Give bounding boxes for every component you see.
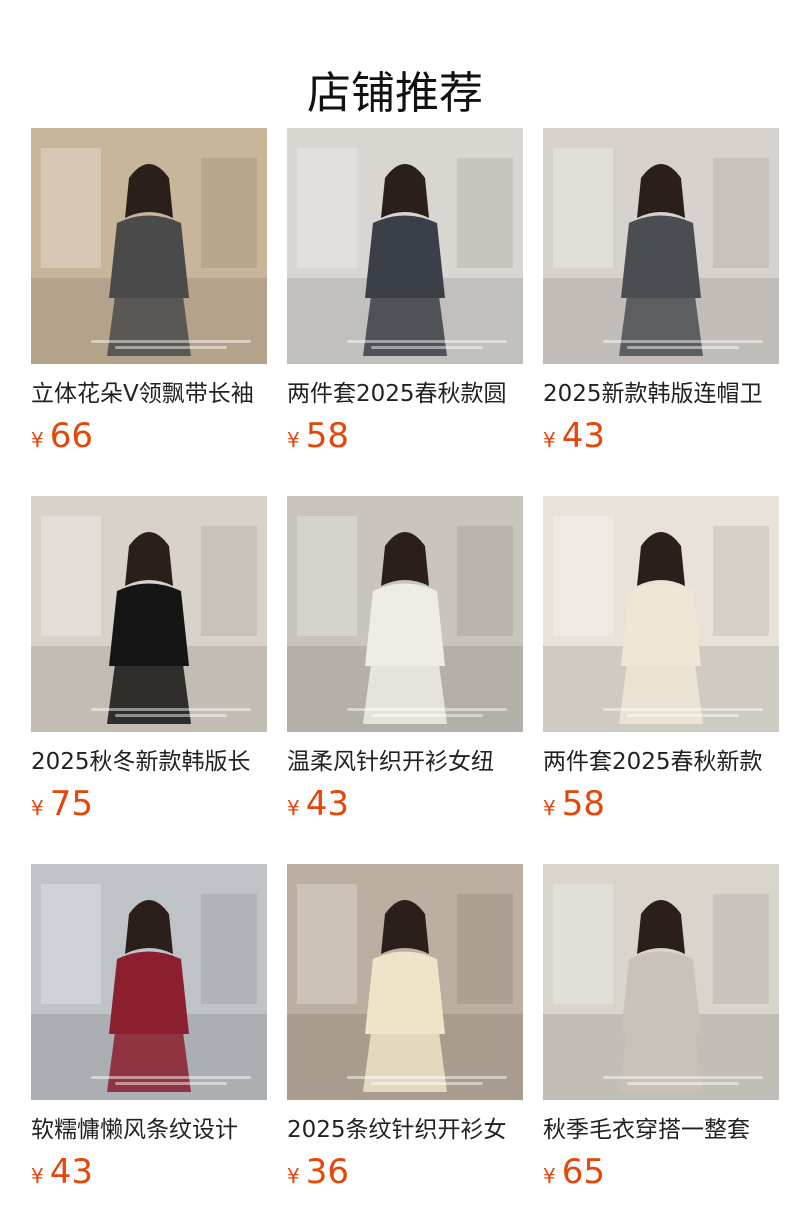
price-value: 43 <box>305 784 349 824</box>
price-value: 65 <box>561 1152 605 1192</box>
product-card[interactable]: 立体花朵V领飘带长袖 ¥66 <box>31 128 267 496</box>
product-name[interactable]: 立体花朵V领飘带长袖 <box>31 378 267 410</box>
product-price: ¥43 <box>287 784 349 824</box>
price-value: 58 <box>561 784 605 824</box>
watermark <box>91 708 251 722</box>
watermark <box>603 1076 763 1090</box>
currency-symbol: ¥ <box>543 1164 556 1188</box>
product-image[interactable] <box>287 864 523 1100</box>
currency-symbol: ¥ <box>31 796 44 820</box>
product-price: ¥58 <box>287 416 349 456</box>
product-image[interactable] <box>31 128 267 364</box>
product-image[interactable] <box>287 496 523 732</box>
watermark <box>347 708 507 722</box>
currency-symbol: ¥ <box>287 796 300 820</box>
currency-symbol: ¥ <box>287 1164 300 1188</box>
watermark <box>347 1076 507 1090</box>
product-price: ¥66 <box>31 416 93 456</box>
product-card[interactable]: 温柔风针织开衫女纽 ¥43 <box>287 496 523 864</box>
product-name[interactable]: 2025条纹针织开衫女 <box>287 1114 523 1146</box>
product-price: ¥36 <box>287 1152 349 1192</box>
product-price: ¥43 <box>543 416 605 456</box>
currency-symbol: ¥ <box>31 428 44 452</box>
product-card[interactable]: 2025条纹针织开衫女 ¥36 <box>287 864 523 1232</box>
product-image[interactable] <box>31 864 267 1100</box>
product-name[interactable]: 两件套2025春秋新款 <box>543 746 779 778</box>
product-card[interactable]: 秋季毛衣穿搭一整套 ¥65 <box>543 864 779 1232</box>
product-image[interactable] <box>287 128 523 364</box>
currency-symbol: ¥ <box>31 1164 44 1188</box>
product-card[interactable]: 两件套2025春秋新款 ¥58 <box>543 496 779 864</box>
product-name[interactable]: 软糯慵懒风条纹设计 <box>31 1114 267 1146</box>
currency-symbol: ¥ <box>287 428 300 452</box>
product-image[interactable] <box>543 496 779 732</box>
product-name[interactable]: 温柔风针织开衫女纽 <box>287 746 523 778</box>
price-value: 75 <box>49 784 93 824</box>
currency-symbol: ¥ <box>543 428 556 452</box>
product-price: ¥43 <box>31 1152 93 1192</box>
currency-symbol: ¥ <box>543 796 556 820</box>
product-image[interactable] <box>543 128 779 364</box>
product-card[interactable]: 2025秋冬新款韩版长 ¥75 <box>31 496 267 864</box>
page-title: 店铺推荐 <box>307 68 483 120</box>
product-name[interactable]: 2025新款韩版连帽卫 <box>543 378 779 410</box>
product-card[interactable]: 软糯慵懒风条纹设计 ¥43 <box>31 864 267 1232</box>
watermark <box>91 340 251 354</box>
price-value: 36 <box>305 1152 349 1192</box>
watermark <box>91 1076 251 1090</box>
watermark <box>603 708 763 722</box>
price-value: 58 <box>305 416 349 456</box>
watermark <box>347 340 507 354</box>
product-price: ¥58 <box>543 784 605 824</box>
product-grid: 立体花朵V领飘带长袖 ¥66 两件套2025春秋款圆 ¥58 2025新款韩版连帽卫 ¥4… <box>31 128 779 1232</box>
product-image[interactable] <box>543 864 779 1100</box>
price-value: 43 <box>49 1152 93 1192</box>
product-price: ¥65 <box>543 1152 605 1192</box>
product-card[interactable]: 2025新款韩版连帽卫 ¥43 <box>543 128 779 496</box>
product-name[interactable]: 秋季毛衣穿搭一整套 <box>543 1114 779 1146</box>
watermark <box>603 340 763 354</box>
product-card[interactable]: 两件套2025春秋款圆 ¥58 <box>287 128 523 496</box>
product-name[interactable]: 2025秋冬新款韩版长 <box>31 746 267 778</box>
price-value: 66 <box>49 416 93 456</box>
product-image[interactable] <box>31 496 267 732</box>
product-name[interactable]: 两件套2025春秋款圆 <box>287 378 523 410</box>
price-value: 43 <box>561 416 605 456</box>
product-price: ¥75 <box>31 784 93 824</box>
